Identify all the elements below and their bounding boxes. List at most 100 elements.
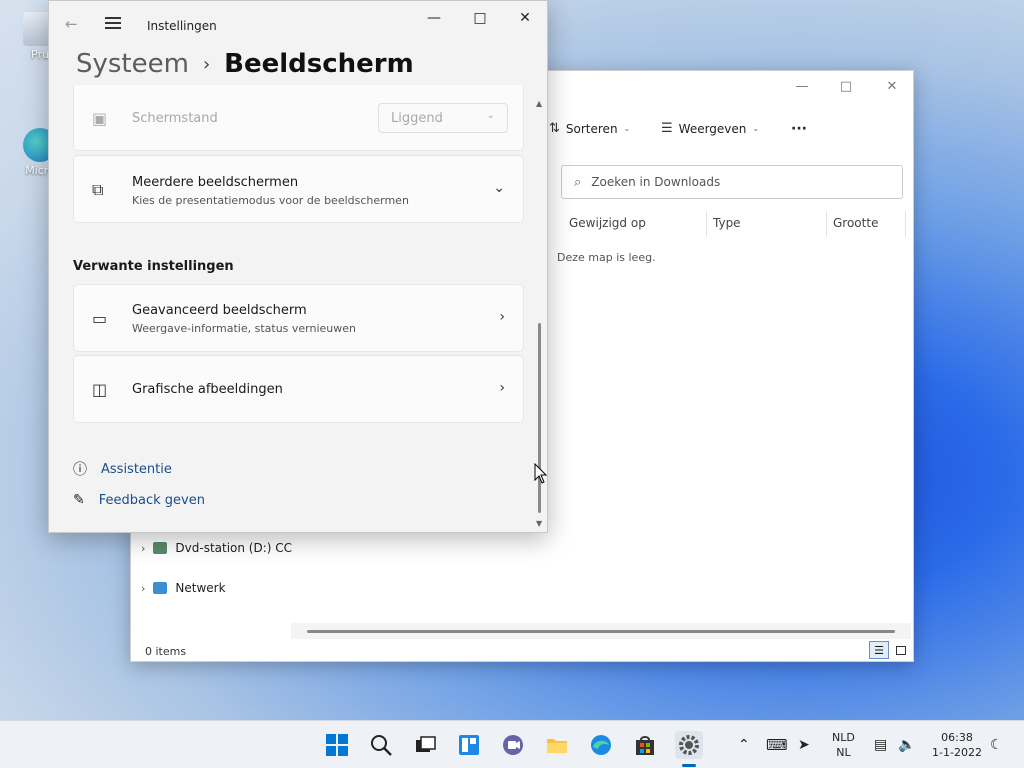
keyboard-layout: NL (836, 746, 851, 759)
maximize-button[interactable]: □ (465, 7, 495, 29)
graphics-card-icon: ◫ (92, 380, 108, 399)
clock[interactable]: 06:38 1-1-2022 (930, 730, 984, 760)
related-settings-heading: Verwante instellingen (73, 259, 234, 274)
search-button[interactable] (367, 731, 395, 759)
advanced-display-card[interactable]: ▭ Geavanceerd beeldscherm Weergave-infor… (73, 284, 524, 352)
chat-icon (503, 735, 523, 755)
speaker-icon: 🔈 (898, 737, 916, 753)
advanced-display-title: Geavanceerd beeldscherm (132, 303, 307, 318)
screen-orientation-icon: ▣ (92, 109, 108, 128)
language-code: NLD (832, 731, 855, 744)
scroll-up-arrow-icon[interactable]: ▲ (536, 99, 542, 108)
page-title: Beeldscherm (224, 49, 414, 79)
search-icon (371, 735, 392, 756)
sort-label: Sorteren (565, 121, 618, 136)
task-view-icon (416, 736, 436, 752)
folder-icon (547, 739, 567, 753)
help-icon: ⓘ (73, 462, 87, 478)
horizontal-scrollbar[interactable] (291, 623, 911, 639)
volume-button[interactable]: 🔈 (898, 721, 915, 768)
close-button[interactable]: ✕ (510, 7, 540, 29)
graphics-title: Grafische afbeeldingen (132, 382, 283, 397)
edge-button[interactable] (587, 731, 615, 759)
feedback-icon: ✎ (73, 492, 85, 508)
close-button[interactable]: ✕ (881, 79, 903, 97)
language-indicator[interactable]: NLD NL (832, 730, 855, 760)
chevron-right-icon: › (499, 309, 505, 325)
nav-tree-item-dvd[interactable]: › Dvd-station (D:) CC (141, 541, 292, 555)
nav-tree-label: Netwerk (175, 581, 226, 595)
gear-icon (679, 735, 699, 755)
keyboard-icon: ⌨ (766, 736, 788, 754)
view-label: Weergeven (678, 121, 747, 136)
view-icon: ☰ (661, 121, 673, 136)
settings-taskbar-button[interactable] (675, 731, 703, 759)
title-bar[interactable]: ← Instellingen — □ ✕ (49, 1, 547, 37)
task-view-button[interactable] (411, 731, 439, 759)
widgets-button[interactable] (455, 731, 483, 759)
column-divider[interactable] (706, 211, 707, 237)
status-bar: 0 items (131, 639, 913, 661)
details-view-button[interactable]: ☰ (869, 641, 889, 659)
empty-folder-message: Deze map is leeg. (557, 251, 656, 264)
sort-button[interactable]: ⇅ Sorteren ⌄ (549, 121, 630, 136)
nav-tree-item-network[interactable]: › Netwerk (141, 581, 226, 595)
graphics-card[interactable]: ◫ Grafische afbeeldingen › (73, 355, 524, 423)
view-button[interactable]: ☰ Weergeven ⌄ (661, 121, 759, 136)
breadcrumb: Systeem › Beeldscherm (76, 49, 414, 79)
location-button[interactable]: ➤ (798, 721, 810, 768)
chevron-right-icon: › (499, 380, 505, 396)
multiple-displays-subtitle: Kies de presentatiemodus voor de beeldsc… (132, 194, 409, 207)
chevron-down-icon: ⌄ (486, 110, 495, 121)
scroll-down-arrow-icon[interactable]: ▼ (536, 519, 542, 528)
minimize-button[interactable]: — (791, 79, 813, 97)
advanced-display-subtitle: Weergave-informatie, status vernieuwen (132, 322, 357, 335)
windows-logo-icon (326, 734, 348, 756)
store-button[interactable] (631, 731, 659, 759)
tiles-view-button[interactable] (891, 641, 911, 659)
search-placeholder: Zoeken in Downloads (591, 175, 721, 189)
orientation-label: Schermstand (132, 111, 218, 126)
feedback-link[interactable]: ✎ Feedback geven (73, 492, 205, 508)
column-divider[interactable] (905, 211, 906, 237)
help-link-label: Assistentie (101, 461, 172, 477)
back-arrow-icon[interactable]: ← (65, 15, 78, 33)
details-view-icon: ☰ (874, 643, 884, 657)
scrollbar-thumb[interactable] (307, 630, 895, 633)
column-divider[interactable] (826, 211, 827, 237)
store-icon (636, 736, 654, 755)
multiple-monitors-icon: ⧉ (92, 180, 104, 199)
maximize-button[interactable]: □ (835, 79, 857, 97)
chevron-down-icon[interactable]: ⌄ (493, 180, 505, 196)
search-icon: ⌕ (574, 174, 582, 190)
multiple-displays-card[interactable]: ⧉ Meerdere beeldschermen Kies de present… (73, 155, 524, 223)
file-explorer-button[interactable] (543, 731, 571, 759)
more-options-button[interactable]: ··· (791, 121, 807, 137)
edge-icon (591, 735, 611, 755)
show-hidden-icons-button[interactable]: ⌃ (738, 721, 750, 768)
orientation-dropdown[interactable]: Liggend ⌄ (378, 103, 508, 133)
network-status-button[interactable]: ▤ (874, 721, 887, 768)
chevron-right-icon: › (141, 581, 146, 595)
minimize-button[interactable]: — (419, 7, 449, 29)
dvd-drive-icon (153, 542, 168, 554)
search-input[interactable]: ⌕ Zoeken in Downloads (561, 165, 903, 199)
start-button[interactable] (323, 731, 351, 759)
mouse-cursor-icon (534, 463, 548, 484)
hamburger-menu-icon[interactable] (105, 17, 121, 32)
item-count: 0 items (145, 645, 187, 658)
orientation-value: Liggend (391, 111, 443, 126)
chat-button[interactable] (499, 731, 527, 759)
tiles-view-icon (896, 645, 906, 655)
column-header-type[interactable]: Type (713, 216, 741, 230)
feedback-link-label: Feedback geven (98, 492, 205, 508)
breadcrumb-parent[interactable]: Systeem (76, 49, 189, 79)
help-link[interactable]: ⓘ Assistentie (73, 459, 172, 479)
sort-icon: ⇅ (549, 121, 560, 136)
column-header-modified[interactable]: Gewijzigd op (569, 216, 646, 230)
chevron-down-icon: ⌄ (623, 124, 631, 133)
touch-keyboard-button[interactable]: ⌨ (766, 721, 788, 768)
clock-time: 06:38 (941, 731, 973, 744)
column-header-size[interactable]: Grootte (833, 216, 878, 230)
notifications-button[interactable]: ☾ (990, 721, 1003, 768)
